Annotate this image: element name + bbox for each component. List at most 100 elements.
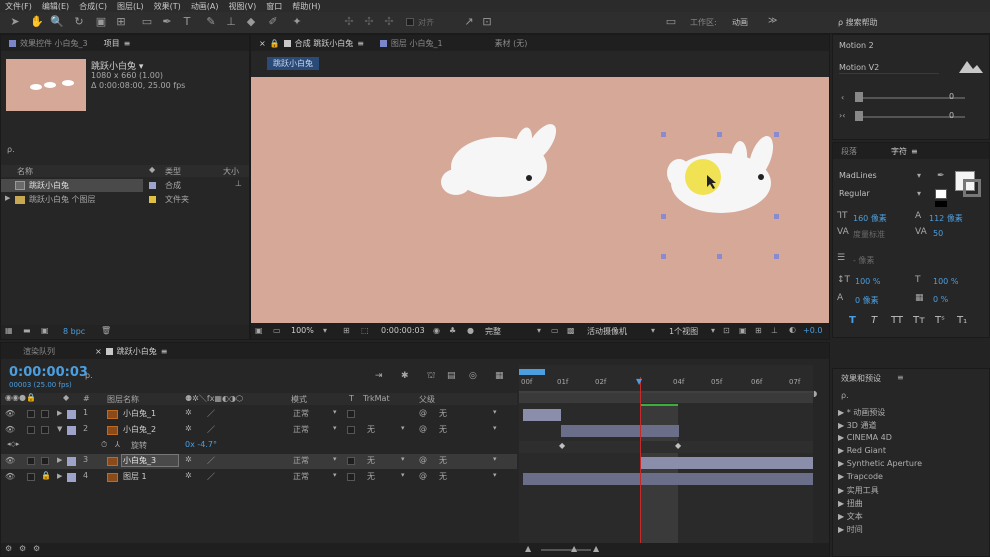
collapse-icon[interactable]: ✲ — [185, 455, 192, 464]
list-item[interactable]: 跳跃小白兔 合成 ⊥ — [1, 179, 249, 194]
mountain-icon[interactable] — [957, 57, 985, 75]
column-size[interactable]: 大小 — [223, 166, 239, 177]
mode-dropdown[interactable]: 正常 — [293, 424, 309, 435]
monitor-icon[interactable]: ▭ — [273, 326, 281, 335]
baseline-shift-value[interactable]: 0 像素 — [855, 295, 879, 306]
tab-paragraph[interactable]: 段落 — [833, 146, 865, 157]
project-search-input[interactable]: ρ. — [7, 145, 245, 157]
camera-arrow-icon[interactable]: ▾ — [651, 326, 655, 335]
panel-menu-icon[interactable]: ≡ — [911, 147, 918, 156]
always-preview-icon[interactable]: ▣ — [255, 326, 263, 335]
draft-3d-icon[interactable]: ✱ — [401, 371, 409, 381]
trkmat-arrow-icon[interactable]: ▾ — [401, 424, 405, 432]
workspace-menu-icon[interactable]: ≫ — [768, 16, 777, 26]
faux-italic-icon[interactable]: T — [871, 315, 877, 326]
quality-icon[interactable]: ／ — [207, 424, 215, 435]
table-row[interactable]: 👁 ▶ 3 小白兔_3 ✲ ／ 正常 ▾ 无 ▾ @ 无 ▾ — [1, 454, 517, 469]
axis-world-icon[interactable]: ✣ — [362, 15, 376, 29]
timeline-zoom-thumb[interactable]: ▲ — [571, 544, 577, 553]
transparency-grid-icon[interactable]: ▩ — [567, 326, 575, 335]
effects-item[interactable]: ▶ Red Giant — [838, 446, 886, 455]
eye-icon[interactable]: 👁 — [5, 409, 15, 418]
menu-edit[interactable]: 编辑(E) — [37, 1, 74, 12]
graph-editor-icon[interactable]: ▦ — [495, 371, 504, 381]
comp-button-icon[interactable]: ◗ — [813, 389, 817, 398]
black-swatch[interactable] — [935, 201, 947, 207]
toggle-modes-icon[interactable]: ⚙ — [19, 544, 26, 553]
superscript-icon[interactable]: Tˢ — [935, 315, 945, 326]
shy-layers-icon[interactable]: ⛫ — [427, 371, 435, 382]
parent-arrow-icon[interactable]: ▾ — [493, 408, 497, 416]
zoom-dropdown[interactable]: 100% — [291, 326, 314, 335]
trkmat-dropdown[interactable]: 无 — [367, 424, 375, 435]
parent-dropdown[interactable]: 无 — [439, 455, 447, 466]
region-of-interest-icon[interactable]: ▭ — [551, 326, 559, 335]
tab-project[interactable]: 项目 ≡ — [96, 38, 139, 49]
effects-item[interactable]: ▶ CINEMA 4D — [838, 433, 892, 442]
new-comp-icon[interactable]: ▣ — [41, 326, 49, 335]
zoom-arrow-icon[interactable]: ▾ — [323, 326, 327, 335]
toggle-switches-icon[interactable]: ⚙ — [5, 544, 12, 553]
font-size-value[interactable]: 160 像素 — [853, 213, 887, 224]
parent-dropdown[interactable]: 无 — [439, 471, 447, 482]
eye-icon[interactable]: 👁 — [5, 425, 15, 434]
column-trkmat[interactable]: TrkMat — [363, 394, 390, 403]
solo-toggle[interactable] — [27, 426, 35, 434]
solo-toggle[interactable] — [27, 410, 35, 418]
trkmat-arrow-icon[interactable]: ▾ — [401, 471, 405, 479]
collapse-icon[interactable]: ✲ — [185, 408, 192, 417]
new-folder-icon[interactable]: ▬ — [23, 326, 31, 335]
subscript-icon[interactable]: T₁ — [957, 315, 967, 326]
hand-tool-icon[interactable]: ✋ — [30, 15, 44, 29]
pickwhip-icon[interactable]: @ — [419, 471, 427, 480]
comp-breadcrumb[interactable]: 跳跃小白兔 — [267, 57, 319, 70]
lock-icon[interactable]: 🔒 — [41, 471, 51, 480]
stroke-color-swatch[interactable] — [963, 179, 981, 197]
mode-dropdown[interactable]: 正常 — [293, 455, 309, 466]
brush-tool-icon[interactable]: ✎ — [204, 15, 218, 29]
keyframe-navigator-icon[interactable]: ◂◇▸ — [7, 440, 19, 448]
panel-menu-icon[interactable]: ≡ — [897, 373, 904, 382]
timeline-timecode[interactable]: 0:00:00:03 — [9, 365, 88, 380]
snap-feature-icon[interactable]: ⊡ — [480, 15, 494, 29]
preserve-transparency-checkbox[interactable] — [347, 410, 355, 418]
layer-bar-2[interactable] — [561, 425, 679, 437]
solo-toggle[interactable] — [27, 457, 35, 465]
layer-name[interactable]: 小白兔_2 — [123, 424, 156, 435]
expand-arrow-icon[interactable]: ▶ — [5, 194, 10, 202]
effects-item[interactable]: ▶ 3D 通道 — [838, 420, 877, 431]
label-swatch[interactable] — [67, 426, 76, 435]
slider-arrows-icon[interactable]: ›‹ — [839, 111, 845, 120]
tsume-value[interactable]: 0 % — [933, 295, 948, 304]
workspace-dropdown[interactable]: 动画 — [732, 17, 748, 28]
rotate-tool-icon[interactable]: ↻ — [72, 15, 86, 29]
menu-file[interactable]: 文件(F) — [0, 1, 37, 12]
tab-render-queue[interactable]: 渲染队列 — [1, 346, 63, 357]
stroke-width-value[interactable]: - 像素 — [853, 255, 874, 266]
timeline-zoom-slider[interactable] — [541, 549, 591, 551]
mode-arrow-icon[interactable]: ▾ — [333, 424, 337, 432]
expand-arrow-icon[interactable]: ▶ — [57, 472, 62, 480]
preserve-transparency-checkbox[interactable] — [347, 426, 355, 434]
parent-arrow-icon[interactable]: ▾ — [493, 424, 497, 432]
label-swatch[interactable] — [67, 457, 76, 466]
clone-stamp-tool-icon[interactable]: ⊥ — [224, 15, 238, 29]
collapse-icon[interactable]: ✲ — [185, 471, 192, 480]
toggle-inout-icon[interactable]: ⚙ — [33, 544, 40, 553]
effects-item[interactable]: ▶ 时间 — [838, 524, 863, 535]
faux-bold-icon[interactable]: T — [849, 315, 856, 326]
parent-arrow-icon[interactable]: ▾ — [493, 471, 497, 479]
menu-view[interactable]: 视图(V) — [224, 1, 262, 12]
tab-timeline-comp[interactable]: × 跳跃小白兔 ≡ — [87, 346, 175, 357]
close-icon[interactable]: × — [95, 347, 102, 356]
selection-tool-icon[interactable]: ➤ — [8, 15, 22, 29]
exposure-value[interactable]: +0.0 — [803, 326, 822, 335]
tab-footage[interactable]: 素材 (无) — [487, 38, 536, 49]
current-time-display[interactable]: 0:00:00:03 — [381, 326, 425, 335]
effects-item[interactable]: ▶ Trapcode — [838, 472, 883, 481]
column-type[interactable]: 类型 — [165, 166, 181, 177]
snap-option-icon[interactable]: ↗ — [462, 15, 476, 29]
channel-icon[interactable]: ● — [467, 326, 474, 335]
close-icon[interactable]: × — [259, 39, 266, 48]
font-family-arrow-icon[interactable]: ▾ — [917, 171, 921, 180]
